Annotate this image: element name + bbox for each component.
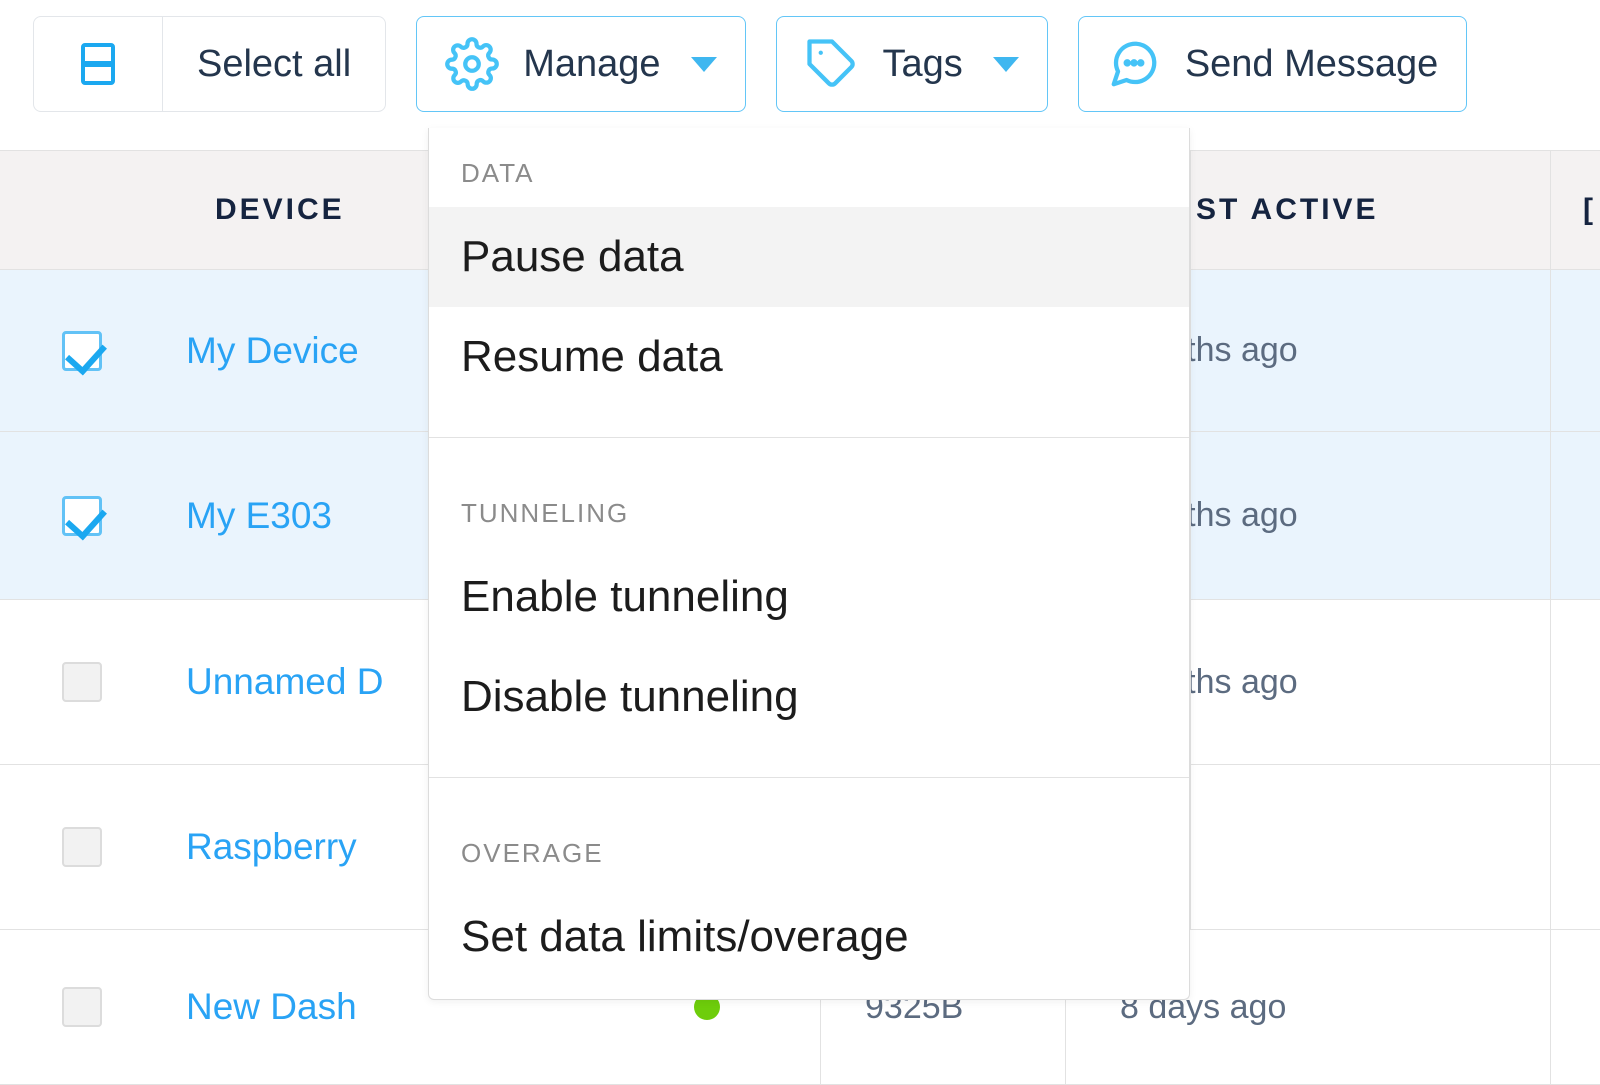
manage-dropdown-button[interactable]: Manage — [416, 16, 745, 112]
gear-icon — [445, 37, 499, 91]
menu-spacer — [429, 529, 1189, 547]
menu-spacer — [429, 189, 1189, 207]
column-divider — [1190, 432, 1191, 600]
column-header-device[interactable]: DEVICE — [215, 151, 345, 269]
bulk-action-toolbar: Select all Manage Tags — [0, 0, 1600, 128]
device-name-link[interactable]: Raspberry — [186, 826, 357, 868]
manage-label: Manage — [523, 43, 660, 86]
menu-spacer — [429, 778, 1189, 808]
app-root: Select all Manage Tags — [0, 0, 1600, 1085]
select-all-icon-wrap[interactable] — [34, 17, 162, 111]
column-divider — [1190, 600, 1191, 765]
column-divider — [1550, 765, 1551, 930]
column-divider — [1190, 765, 1191, 930]
tags-dropdown-button[interactable]: Tags — [776, 16, 1048, 112]
menu-spacer — [429, 869, 1189, 887]
column-divider — [1550, 432, 1551, 600]
row-checkbox-cell[interactable] — [62, 600, 102, 764]
column-divider — [1190, 151, 1191, 269]
send-message-label: Send Message — [1185, 43, 1439, 86]
column-divider — [1550, 151, 1551, 269]
send-message-button[interactable]: Send Message — [1078, 16, 1468, 112]
menu-spacer — [429, 747, 1189, 777]
menu-spacer — [429, 407, 1189, 437]
menu-item-set-data-limits[interactable]: Set data limits/overage — [429, 887, 1189, 987]
row-checkbox[interactable] — [62, 496, 102, 536]
row-checkbox[interactable] — [62, 987, 102, 1027]
device-name-cell[interactable]: Raspberry — [186, 765, 357, 929]
menu-item-enable-tunneling[interactable]: Enable tunneling — [429, 547, 1189, 647]
select-all-label[interactable]: Select all — [162, 17, 385, 111]
tag-icon — [805, 37, 859, 91]
row-checkbox[interactable] — [62, 331, 102, 371]
row-checkbox[interactable] — [62, 662, 102, 702]
select-all-button[interactable]: Select all — [33, 16, 386, 112]
message-bubble-icon — [1107, 37, 1161, 91]
device-name-link[interactable]: My E303 — [186, 495, 332, 537]
menu-item-resume-data[interactable]: Resume data — [429, 307, 1189, 407]
row-checkbox[interactable] — [62, 827, 102, 867]
row-checkbox-cell[interactable] — [62, 270, 102, 431]
chevron-down-icon — [691, 57, 717, 72]
column-divider — [1550, 930, 1551, 1085]
device-name-link[interactable]: My Device — [186, 330, 359, 372]
row-checkbox-cell[interactable] — [62, 765, 102, 929]
device-name-link[interactable]: Unnamed D — [186, 661, 383, 703]
select-all-icon — [81, 43, 115, 85]
manage-dropdown-menu: DATA Pause data Resume data TUNNELING En… — [428, 128, 1190, 1000]
column-divider — [1550, 600, 1551, 765]
menu-item-pause-data[interactable]: Pause data — [429, 207, 1189, 307]
device-name-link[interactable]: New Dash — [186, 986, 357, 1028]
row-checkbox-cell[interactable] — [62, 432, 102, 599]
tags-label: Tags — [883, 43, 963, 86]
column-divider — [1190, 270, 1191, 432]
column-header-last-active[interactable]: ST ACTIVE — [1196, 151, 1379, 269]
column-divider — [1550, 270, 1551, 432]
menu-item-disable-tunneling[interactable]: Disable tunneling — [429, 647, 1189, 747]
row-checkbox-cell[interactable] — [62, 930, 102, 1084]
menu-section-label-overage: OVERAGE — [429, 808, 1189, 869]
menu-section-label-tunneling: TUNNELING — [429, 468, 1189, 529]
device-name-cell[interactable]: My E303 — [186, 432, 332, 599]
device-name-cell[interactable]: Unnamed D — [186, 600, 383, 764]
device-name-cell[interactable]: New Dash — [186, 930, 357, 1084]
device-name-cell[interactable]: My Device — [186, 270, 359, 431]
menu-section-label-data: DATA — [429, 128, 1189, 189]
menu-spacer — [429, 438, 1189, 468]
column-header-truncated[interactable]: [ — [1583, 151, 1596, 269]
chevron-down-icon — [993, 57, 1019, 72]
